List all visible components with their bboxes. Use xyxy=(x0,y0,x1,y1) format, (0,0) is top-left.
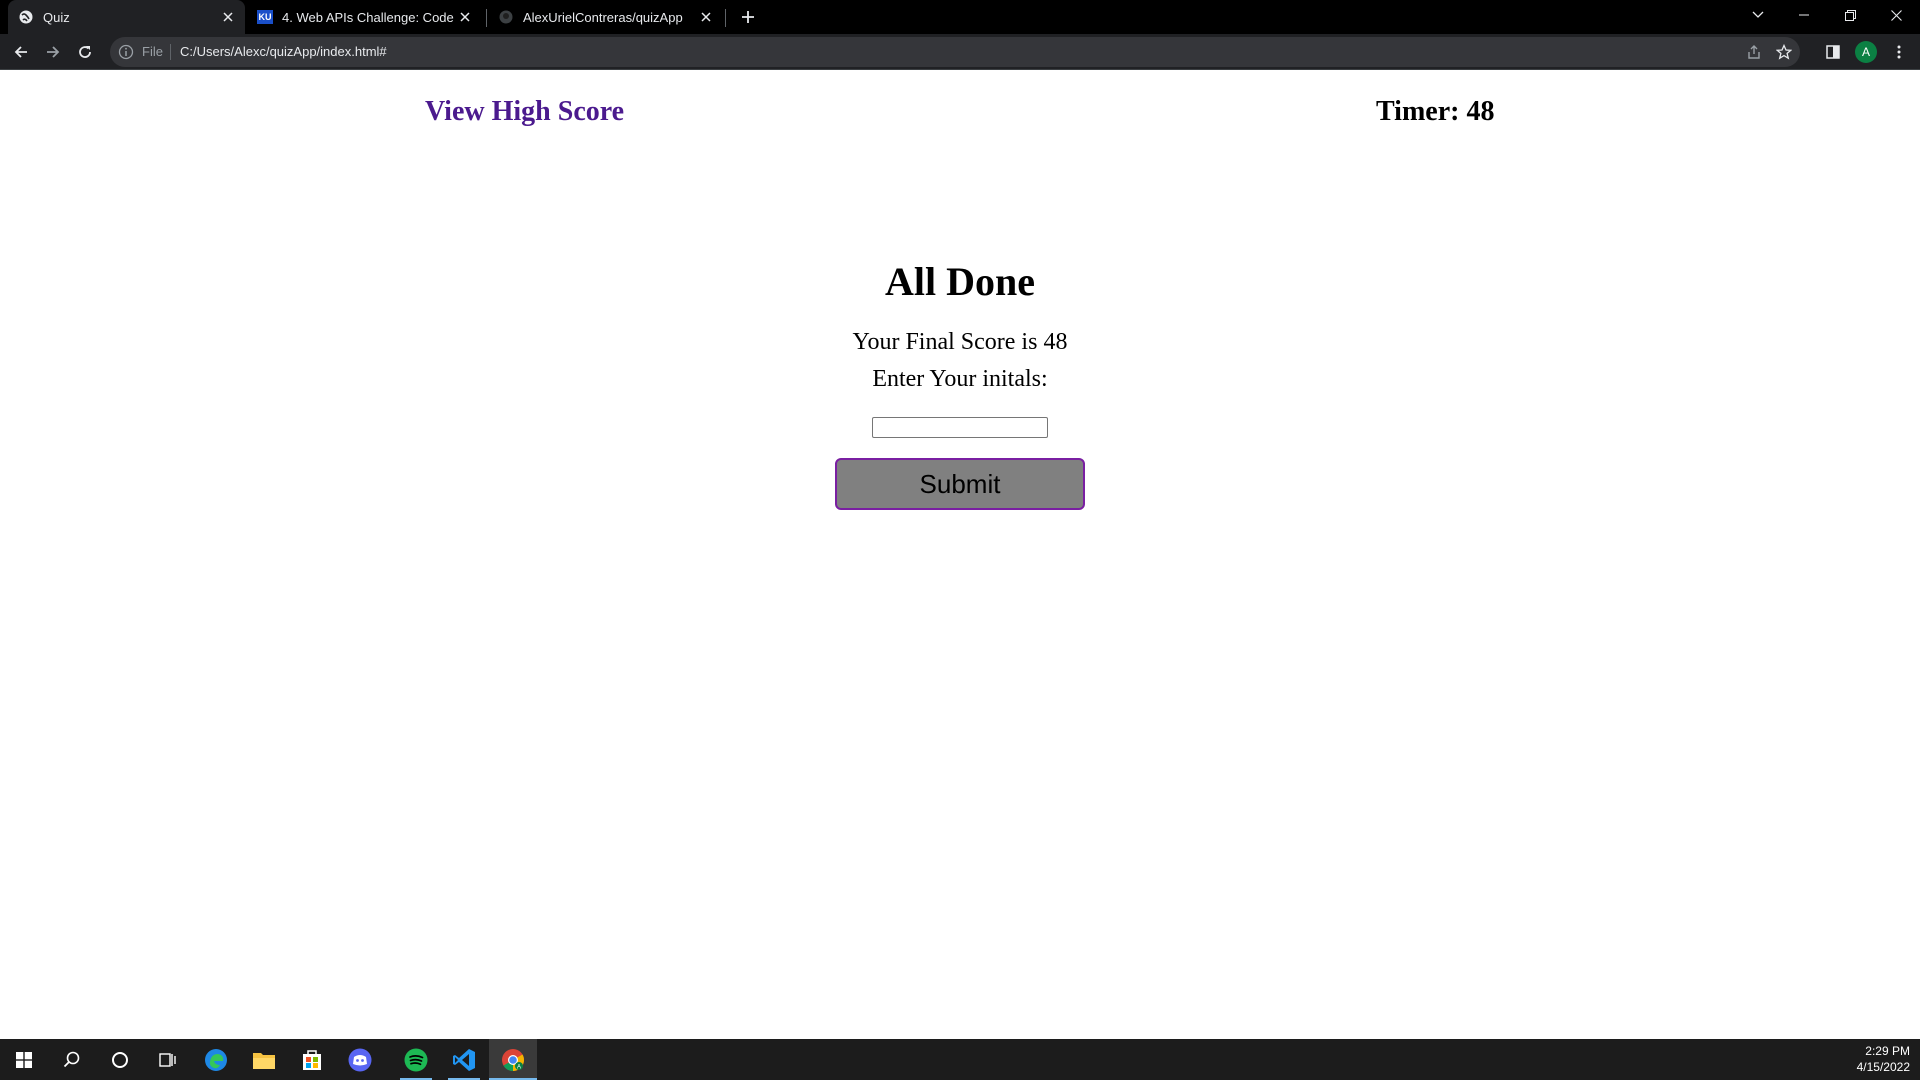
new-tab-button[interactable] xyxy=(736,5,760,29)
store-icon[interactable] xyxy=(288,1039,336,1080)
windows-start-icon[interactable] xyxy=(0,1039,48,1080)
tab-title: AlexUrielContreras/quizApp xyxy=(523,9,683,25)
cortana-icon[interactable] xyxy=(96,1039,144,1080)
initials-label: Enter Your initals: xyxy=(872,366,1048,392)
profile-avatar[interactable]: A xyxy=(1855,41,1877,63)
chrome-icon[interactable]: A xyxy=(489,1039,537,1080)
restore-button[interactable] xyxy=(1827,0,1873,30)
timer-display: Timer: 48 xyxy=(1376,96,1495,127)
search-icon[interactable] xyxy=(48,1039,96,1080)
final-score-text: Your Final Score is 48 xyxy=(852,329,1068,355)
tab-title: 4. Web APIs Challenge: Code Qu xyxy=(282,9,454,25)
reload-button[interactable] xyxy=(71,38,99,66)
address-bar[interactable]: File C:/Users/Alexc/quizApp/index.html# xyxy=(110,37,1800,67)
tab-separator xyxy=(725,9,726,27)
tab-github-quizapp[interactable]: AlexUrielContreras/quizApp xyxy=(488,0,723,34)
minimize-icon xyxy=(1799,14,1809,16)
task-view-icon[interactable] xyxy=(144,1039,192,1080)
windows-taskbar: A 2:29 PM 4/15/2022 xyxy=(0,1039,1920,1080)
scheme-label: File xyxy=(142,44,163,59)
back-arrow-icon xyxy=(14,46,27,58)
side-panel-icon xyxy=(1826,45,1840,59)
tab-web-apis-challenge[interactable]: KU 4. Web APIs Challenge: Code Qu xyxy=(247,0,482,34)
restore-icon xyxy=(1844,9,1856,21)
close-tab-icon[interactable] xyxy=(217,6,239,28)
tab-quiz[interactable]: Quiz xyxy=(8,0,245,34)
url-text[interactable]: C:/Users/Alexc/quizApp/index.html# xyxy=(180,44,387,59)
side-panel-button[interactable] xyxy=(1819,38,1847,66)
menu-button[interactable] xyxy=(1885,38,1913,66)
forward-arrow-icon xyxy=(47,46,60,58)
tab-search-button[interactable] xyxy=(1735,0,1781,30)
discord-icon[interactable] xyxy=(336,1039,384,1080)
browser-toolbar: File C:/Users/Alexc/quizApp/index.html# … xyxy=(0,34,1920,70)
page-title: All Done xyxy=(885,259,1035,304)
tab-separator xyxy=(486,9,487,27)
initials-input[interactable] xyxy=(872,417,1048,438)
view-high-score-link[interactable]: View High Score xyxy=(425,96,624,128)
edge-icon[interactable] xyxy=(192,1039,240,1080)
forward-button[interactable] xyxy=(39,38,67,66)
bookmark-star-icon[interactable] xyxy=(1774,42,1794,62)
plus-icon xyxy=(742,11,754,23)
submit-button[interactable]: Submit xyxy=(835,458,1085,510)
close-tab-icon[interactable] xyxy=(695,6,717,28)
tab-strip: Quiz KU 4. Web APIs Challenge: Code Qu A… xyxy=(0,0,1920,34)
globe-icon xyxy=(18,9,34,25)
system-clock[interactable]: 2:29 PM 4/15/2022 xyxy=(1857,1043,1910,1075)
github-icon xyxy=(498,9,514,25)
clock-time: 2:29 PM xyxy=(1865,1044,1910,1058)
clock-date: 4/15/2022 xyxy=(1856,1060,1910,1074)
info-icon[interactable] xyxy=(118,44,134,60)
reload-icon xyxy=(79,46,91,58)
spotify-icon[interactable] xyxy=(392,1039,440,1080)
close-icon xyxy=(1890,9,1902,21)
page-content: View High Score Timer: 48 All Done Your … xyxy=(0,71,1920,1039)
kebab-menu-icon xyxy=(1897,45,1901,59)
close-tab-icon[interactable] xyxy=(454,6,476,28)
svg-text:A: A xyxy=(517,1064,521,1070)
back-button[interactable] xyxy=(7,38,35,66)
ku-favicon-icon: KU xyxy=(257,10,273,24)
minimize-button[interactable] xyxy=(1781,0,1827,30)
close-window-button[interactable] xyxy=(1873,0,1919,30)
file-explorer-icon[interactable] xyxy=(240,1039,288,1080)
vscode-icon[interactable] xyxy=(440,1039,488,1080)
tab-title: Quiz xyxy=(43,9,70,25)
address-divider xyxy=(170,44,171,60)
share-icon[interactable] xyxy=(1744,42,1764,62)
chevron-down-icon xyxy=(1752,11,1764,18)
